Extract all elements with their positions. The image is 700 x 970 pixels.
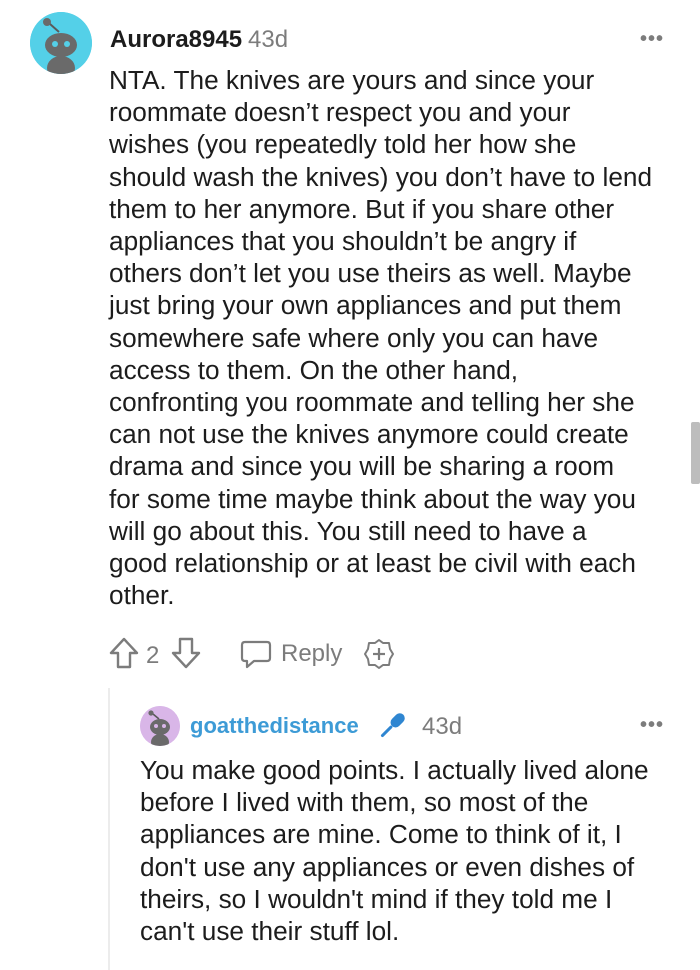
vote-score: 2	[146, 642, 160, 669]
snoo-avatar-icon	[140, 706, 180, 746]
thread-line[interactable]	[108, 688, 110, 970]
downvote-arrow-icon	[171, 637, 201, 669]
award-plus-icon	[364, 639, 394, 669]
reply-body: You make good points. I actually lived a…	[140, 755, 649, 947]
reply-username[interactable]: goatthedistance	[190, 713, 359, 739]
flair-badge	[374, 708, 410, 744]
reply-label: Reply	[281, 640, 343, 667]
comment-username[interactable]: Aurora8945	[110, 26, 242, 54]
reply-more-button[interactable]: •••	[640, 714, 664, 737]
speech-bubble-icon	[240, 640, 272, 669]
award-button[interactable]	[362, 637, 396, 671]
upvote-arrow-icon	[109, 637, 139, 669]
reply-avatar[interactable]	[140, 706, 180, 746]
snoo-avatar-icon	[30, 12, 92, 74]
microphone-icon	[380, 713, 405, 738]
comment-age: 43d	[248, 26, 289, 53]
scrollbar-thumb[interactable]	[691, 422, 700, 484]
comment-body: NTA. The knives are yours and since your…	[109, 65, 653, 611]
comment-more-button[interactable]: •••	[640, 28, 664, 51]
downvote-button[interactable]	[170, 636, 202, 670]
reply-button[interactable]: Reply	[240, 638, 360, 670]
reply-age: 43d	[422, 713, 463, 740]
avatar[interactable]	[30, 12, 92, 74]
upvote-button[interactable]	[108, 636, 140, 670]
